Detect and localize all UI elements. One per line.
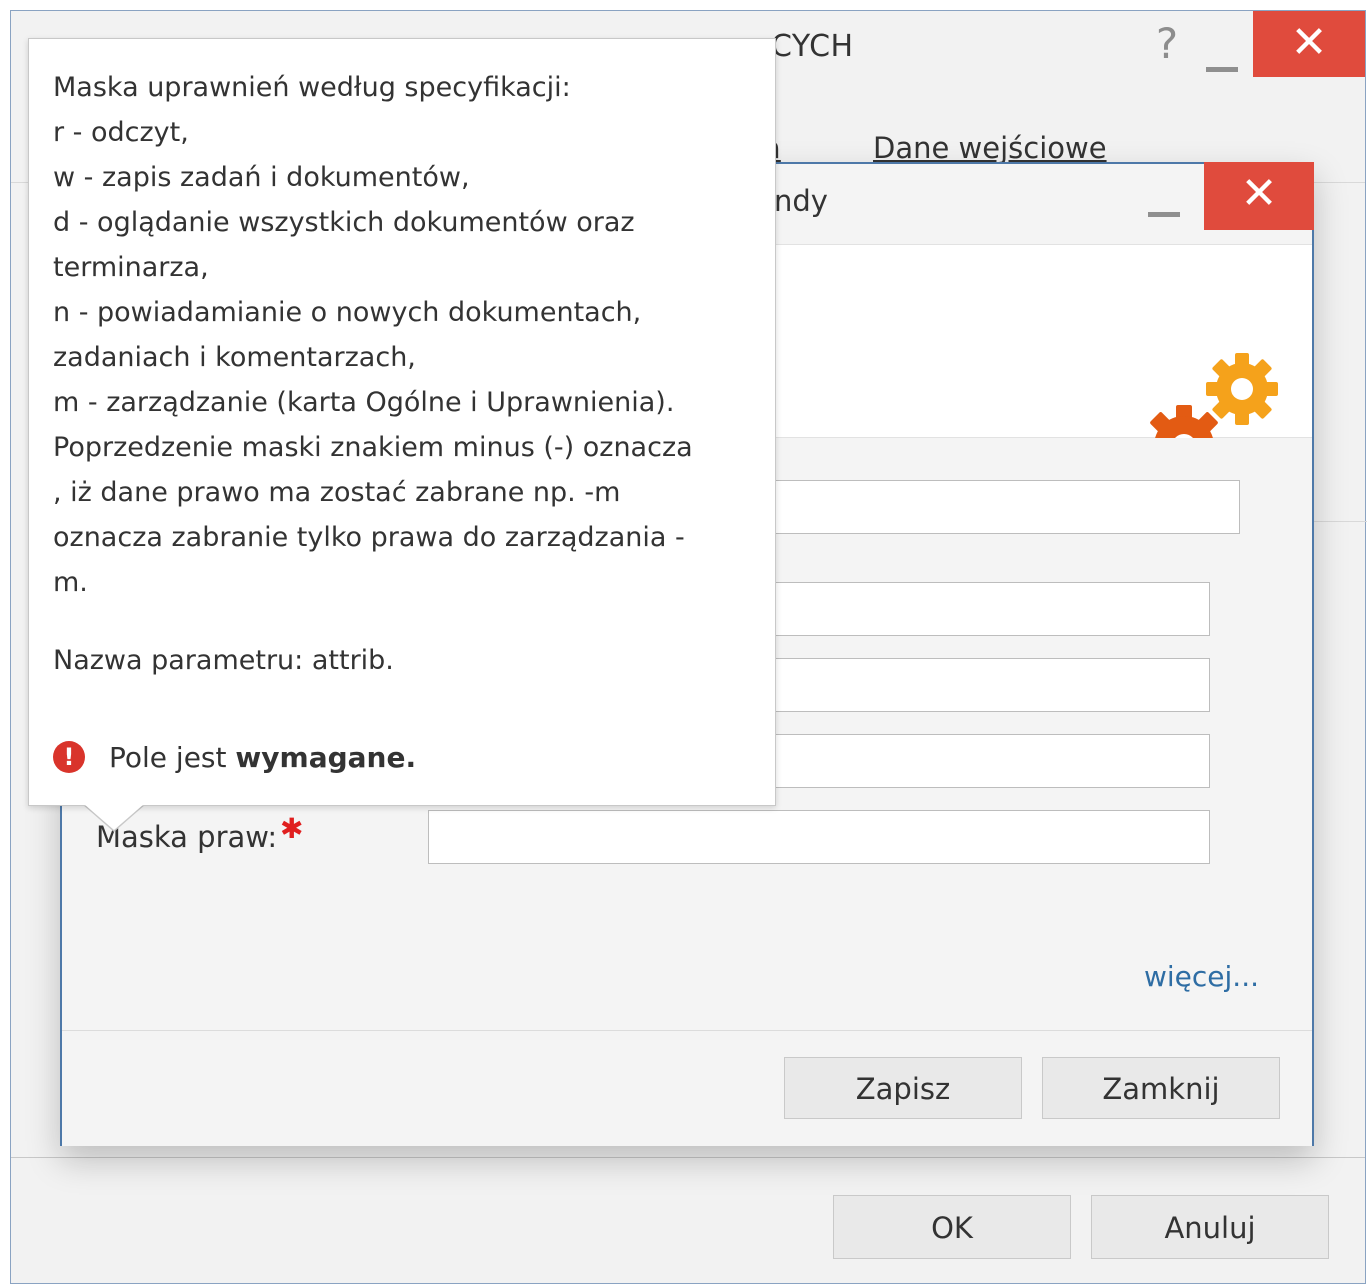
tooltip-line: r - odczyt, bbox=[53, 117, 189, 148]
minimize-icon[interactable] bbox=[1199, 25, 1247, 75]
required-text: Pole jest bbox=[109, 741, 236, 774]
inner-dialog-footer: Zapisz Zamknij bbox=[62, 1030, 1312, 1146]
form-field-4[interactable] bbox=[772, 734, 1210, 788]
tab-input-data[interactable]: Dane wejściowe bbox=[873, 131, 1107, 165]
tooltip-line: n - powiadamianie o nowych dokumentach, bbox=[53, 297, 642, 328]
outer-close-icon[interactable]: ✕ bbox=[1253, 11, 1365, 77]
tooltip-line: , iż dane prawo ma zostać zabrane np. -m bbox=[53, 477, 621, 508]
help-icon[interactable]: ? bbox=[1147, 19, 1187, 69]
tooltip-line: d - oglądanie wszystkich dokumentów oraz bbox=[53, 207, 635, 238]
tooltip-line: terminarza, bbox=[53, 252, 209, 283]
tooltip-line: Poprzedzenie maski znakiem minus (-) ozn… bbox=[53, 432, 693, 463]
mask-input[interactable] bbox=[428, 810, 1210, 864]
tooltip-parameter-name: Nazwa parametru: attrib. bbox=[53, 645, 394, 676]
required-asterisk-icon: ✱ bbox=[280, 812, 304, 845]
inner-window-title: ndy bbox=[774, 184, 828, 218]
outer-footer-divider bbox=[11, 1157, 1365, 1158]
outer-panel-divider bbox=[1311, 521, 1367, 522]
tooltip-description: Maska uprawnień według specyfikacji: r -… bbox=[53, 65, 759, 605]
outer-window-title: CYCH bbox=[771, 29, 854, 64]
tooltip-required-notice: ! Pole jest wymagane. bbox=[53, 741, 416, 774]
tooltip-line: Maska uprawnień według specyfikacji: bbox=[53, 72, 571, 103]
cancel-button[interactable]: Anuluj bbox=[1091, 1195, 1329, 1259]
tooltip-line: m - zarządzanie (karta Ogólne i Uprawnie… bbox=[53, 387, 675, 418]
tooltip-line: oznacza zabranie tylko prawa do zarządza… bbox=[53, 522, 685, 553]
form-field-2[interactable] bbox=[772, 582, 1210, 636]
required-emphasis: wymagane. bbox=[235, 741, 417, 774]
ok-button[interactable]: OK bbox=[833, 1195, 1071, 1259]
save-button[interactable]: Zapisz bbox=[784, 1057, 1022, 1119]
tooltip-line: zadaniach i komentarzach, bbox=[53, 342, 416, 373]
more-link[interactable]: więcej... bbox=[1144, 960, 1259, 993]
inner-minimize-icon[interactable] bbox=[1142, 194, 1186, 224]
tooltip-line: m. bbox=[53, 567, 88, 598]
inner-close-icon[interactable]: ✕ bbox=[1204, 162, 1314, 230]
form-field-1[interactable] bbox=[772, 480, 1240, 534]
tooltip-arrow bbox=[84, 804, 144, 830]
close-button[interactable]: Zamknij bbox=[1042, 1057, 1280, 1119]
help-tooltip: Maska uprawnień według specyfikacji: r -… bbox=[28, 38, 776, 806]
form-field-3[interactable] bbox=[772, 658, 1210, 712]
exclamation-icon: ! bbox=[53, 741, 85, 773]
tooltip-line: w - zapis zadań i dokumentów, bbox=[53, 162, 470, 193]
